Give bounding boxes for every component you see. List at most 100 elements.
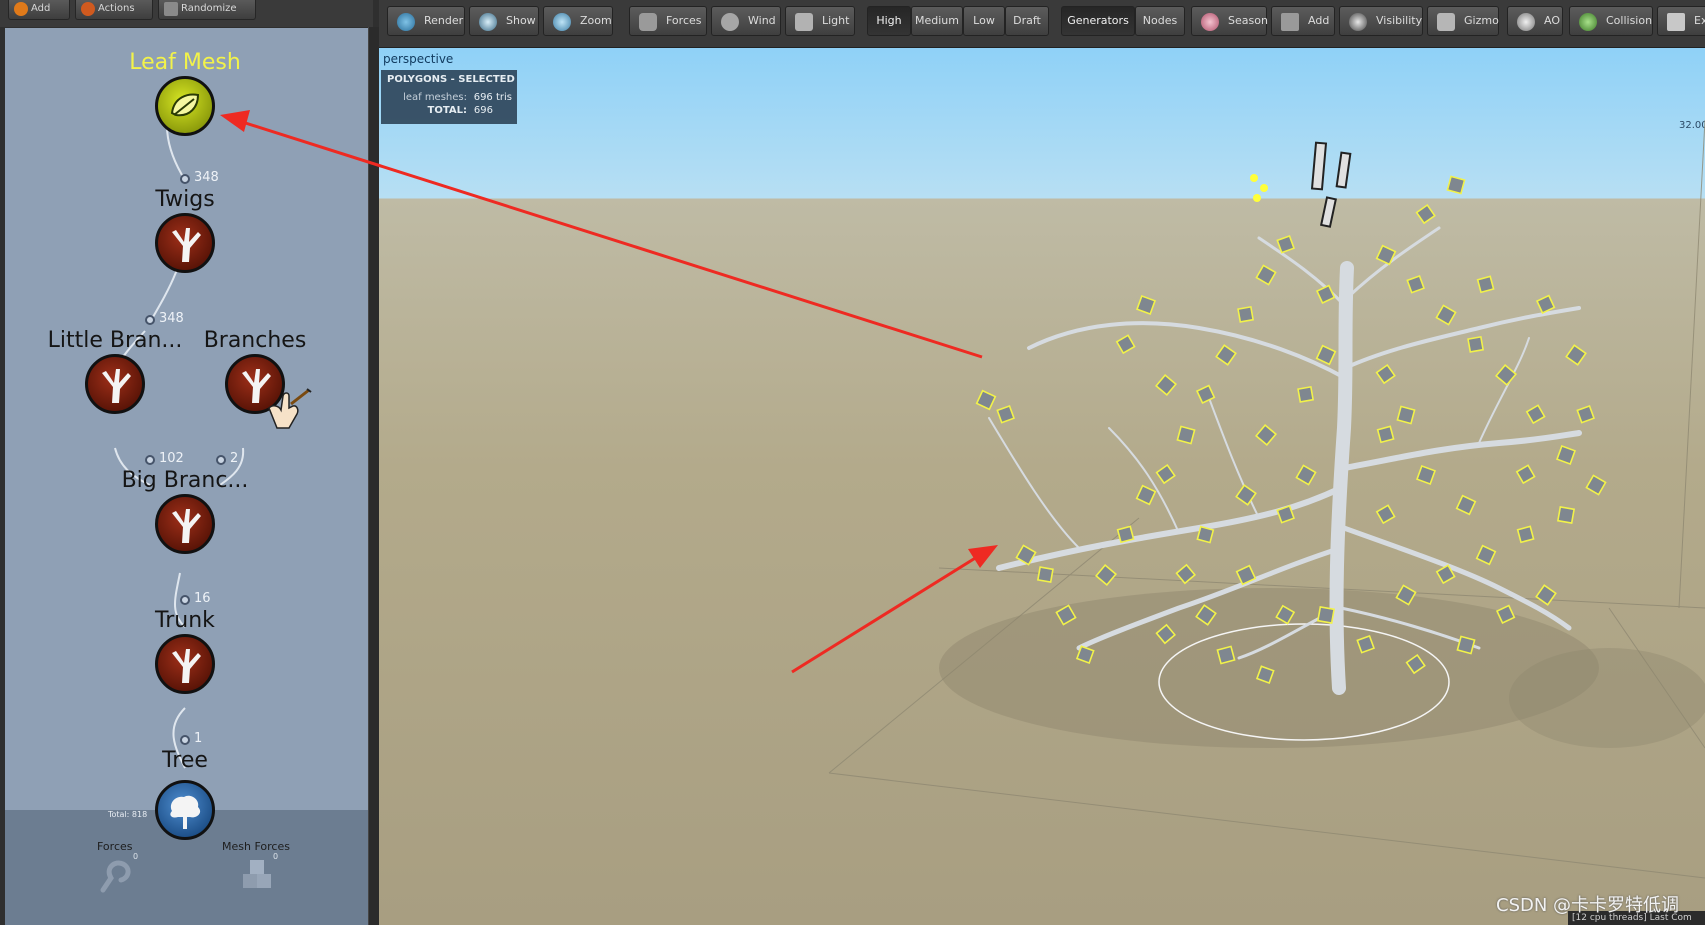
port-trunk-tree[interactable] bbox=[180, 735, 190, 745]
quality-medium-button[interactable]: Medium bbox=[911, 6, 963, 36]
add-node-label: Add bbox=[31, 3, 51, 14]
render-label: Render bbox=[424, 14, 464, 27]
collision-leaf-icon bbox=[1579, 13, 1597, 31]
port-twigs-little[interactable] bbox=[145, 315, 155, 325]
count-big-trunk: 16 bbox=[194, 591, 211, 606]
season-label: Season bbox=[1228, 14, 1268, 27]
eye-icon bbox=[479, 13, 497, 31]
leaf-icon bbox=[170, 93, 200, 117]
randomize-label: Randomize bbox=[181, 3, 237, 14]
show-button[interactable]: Show bbox=[469, 6, 539, 36]
visibility-button[interactable]: Visibility bbox=[1339, 6, 1423, 36]
neighbor-shadow bbox=[1509, 648, 1705, 748]
season-icon bbox=[1201, 13, 1219, 31]
randomize-button[interactable]: Randomize bbox=[158, 0, 256, 20]
quality-high-button[interactable]: High bbox=[867, 6, 911, 36]
add-toolbar-button[interactable]: Add bbox=[1271, 6, 1335, 36]
node-label-twigs: Twigs bbox=[155, 187, 215, 212]
node-label-trunk: Trunk bbox=[155, 608, 215, 633]
add-toolbar-label: Add bbox=[1308, 14, 1330, 27]
show-label: Show bbox=[506, 14, 536, 27]
forces-label: Forces bbox=[97, 840, 133, 853]
gizmo-button[interactable]: Gizmo bbox=[1427, 6, 1499, 36]
node-label-branches: Branches bbox=[203, 328, 307, 353]
port-branches-big[interactable] bbox=[216, 455, 226, 465]
ground-grid bbox=[828, 119, 1705, 879]
mesh-forces-cubes-icon[interactable] bbox=[239, 856, 279, 896]
globe-icon bbox=[397, 13, 415, 31]
branch-icon bbox=[172, 509, 201, 543]
mesh-forces-label: Mesh Forces bbox=[222, 840, 290, 853]
forces-toolbar-button[interactable]: Forces bbox=[629, 6, 707, 36]
export-button[interactable]: Ex bbox=[1657, 6, 1705, 36]
forces-magnet-icon[interactable] bbox=[97, 856, 137, 896]
nodes-tab[interactable]: Nodes bbox=[1135, 6, 1185, 36]
add-plus-icon bbox=[1281, 13, 1299, 31]
tree-icon bbox=[170, 795, 201, 829]
node-trunk[interactable] bbox=[155, 634, 215, 694]
port-big-trunk[interactable] bbox=[180, 595, 190, 605]
left-toolbar: Add Actions Randomize bbox=[0, 0, 373, 27]
port-little-big[interactable] bbox=[145, 455, 155, 465]
branch-icon bbox=[172, 228, 201, 262]
quality-draft-button[interactable]: Draft bbox=[1005, 6, 1049, 36]
lamp-icon bbox=[795, 13, 813, 31]
count-little-big: 102 bbox=[159, 451, 184, 466]
node-tree[interactable] bbox=[155, 780, 215, 840]
count-branches-big: 2 bbox=[230, 451, 239, 466]
node-twigs[interactable] bbox=[155, 213, 215, 273]
yellow-selection-dots bbox=[1250, 174, 1268, 202]
gizmo-handles bbox=[1310, 141, 1352, 228]
ao-button[interactable]: AO bbox=[1507, 6, 1563, 36]
light-label: Light bbox=[822, 14, 850, 27]
node-label-tree: Tree bbox=[162, 748, 208, 773]
branch-icon bbox=[172, 649, 201, 683]
generator-node-graph[interactable]: Leaf Mesh 348 Twigs 348 Little Bran... B… bbox=[5, 28, 368, 925]
node-label-big-branches: Big Branc... bbox=[121, 468, 249, 493]
zoom-button[interactable]: Zoom bbox=[543, 6, 613, 36]
actions-button[interactable]: Actions bbox=[75, 0, 153, 20]
dice-icon bbox=[164, 2, 178, 16]
total-nodes-label: Total: 818 bbox=[108, 810, 148, 819]
node-label-leaf-mesh: Leaf Mesh bbox=[129, 50, 241, 75]
season-button[interactable]: Season bbox=[1191, 6, 1268, 36]
quality-low-button[interactable]: Low bbox=[963, 6, 1005, 36]
export-icon bbox=[1667, 13, 1685, 31]
count-leaf-twigs: 348 bbox=[194, 170, 219, 185]
add-node-button[interactable]: Add bbox=[8, 0, 70, 20]
fan-icon bbox=[721, 13, 739, 31]
render-button[interactable]: Render bbox=[387, 6, 465, 36]
viewport-toolbar: Render Show Zoom Forces Wind Light High … bbox=[379, 0, 1705, 48]
light-button[interactable]: Light bbox=[785, 6, 855, 36]
node-big-branches[interactable] bbox=[155, 494, 215, 554]
plus-icon bbox=[14, 2, 28, 16]
gizmo-label: Gizmo bbox=[1464, 14, 1499, 27]
node-leaf-mesh[interactable] bbox=[155, 76, 215, 136]
magnet-icon bbox=[639, 13, 657, 31]
3d-viewport[interactable]: perspective POLYGONS - SELECTED leaf mes… bbox=[379, 48, 1705, 925]
wind-button[interactable]: Wind bbox=[711, 6, 781, 36]
scene-render bbox=[828, 119, 1705, 879]
node-little-branches[interactable] bbox=[85, 354, 145, 414]
wind-label: Wind bbox=[748, 14, 776, 27]
generators-tab[interactable]: Generators bbox=[1061, 6, 1135, 36]
forces-toolbar-label: Forces bbox=[666, 14, 702, 27]
csdn-watermark: CSDN @卡卡罗特低调 bbox=[1496, 895, 1680, 916]
count-trunk-tree: 1 bbox=[194, 731, 203, 746]
visibility-label: Visibility bbox=[1376, 14, 1423, 27]
visibility-eye-icon bbox=[1349, 13, 1367, 31]
gizmo-icon bbox=[1437, 13, 1455, 31]
export-label: Ex bbox=[1694, 14, 1705, 27]
count-twigs-little: 348 bbox=[159, 311, 184, 326]
collision-button[interactable]: Collision bbox=[1569, 6, 1653, 36]
branch-icon bbox=[102, 369, 131, 403]
ao-label: AO bbox=[1544, 14, 1560, 27]
actions-label: Actions bbox=[98, 3, 135, 14]
port-leaf-twigs[interactable] bbox=[180, 174, 190, 184]
actions-icon bbox=[81, 2, 95, 16]
collision-label: Collision bbox=[1606, 14, 1653, 27]
ao-spheres-icon bbox=[1517, 13, 1535, 31]
zoom-label: Zoom bbox=[580, 14, 612, 27]
magnifier-icon bbox=[553, 13, 571, 31]
hand-edit-icon bbox=[268, 388, 312, 429]
